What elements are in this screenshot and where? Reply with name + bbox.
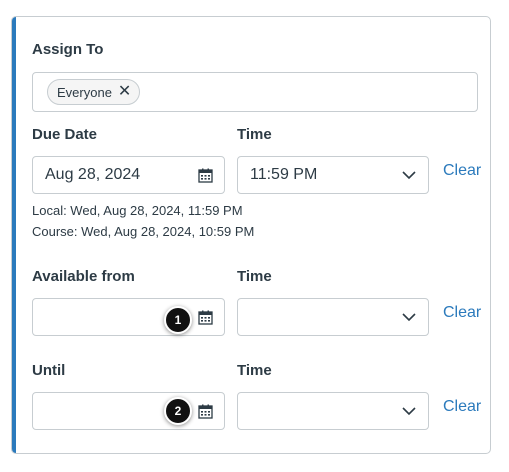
- assign-to-label: Assign To: [32, 41, 104, 58]
- available-clear-link[interactable]: Clear: [443, 304, 481, 322]
- chevron-down-icon: [402, 313, 416, 322]
- chevron-down-icon: [402, 171, 416, 180]
- chevron-down-icon: [402, 407, 416, 416]
- due-time-label: Time: [237, 126, 272, 143]
- due-date-value: Aug 28, 2024: [45, 166, 141, 183]
- local-time-text: Local: Wed, Aug 28, 2024, 11:59 PM: [32, 203, 243, 218]
- close-icon[interactable]: ✕: [118, 84, 131, 100]
- until-date-input[interactable]: [32, 392, 225, 430]
- calendar-icon[interactable]: [198, 168, 213, 183]
- assignment-card: Assign To Everyone ✕ Due Date Time Aug 2…: [11, 16, 491, 454]
- assign-to-input[interactable]: Everyone ✕: [32, 72, 478, 112]
- available-from-label: Available from: [32, 268, 135, 285]
- course-time-text: Course: Wed, Aug 28, 2024, 10:59 PM: [32, 224, 255, 239]
- chip-label: Everyone: [57, 84, 112, 100]
- everyone-chip[interactable]: Everyone ✕: [47, 79, 141, 105]
- available-time-label: Time: [237, 268, 272, 285]
- until-label: Until: [32, 362, 66, 379]
- due-time-value: 11:59 PM: [250, 166, 318, 183]
- accent-bar: [12, 17, 16, 453]
- calendar-icon[interactable]: [198, 310, 213, 325]
- until-time-select[interactable]: [237, 392, 429, 430]
- until-time-label: Time: [237, 362, 272, 379]
- calendar-icon[interactable]: [198, 404, 213, 419]
- step-callout-2: 2: [164, 397, 192, 425]
- available-time-select[interactable]: [237, 298, 429, 336]
- due-date-input[interactable]: Aug 28, 2024: [32, 156, 225, 194]
- due-time-select[interactable]: 11:59 PM: [237, 156, 429, 194]
- until-clear-link[interactable]: Clear: [443, 398, 481, 416]
- available-from-date-input[interactable]: [32, 298, 225, 336]
- due-date-label: Due Date: [32, 126, 98, 143]
- due-clear-link[interactable]: Clear: [443, 162, 481, 180]
- step-callout-1: 1: [164, 306, 192, 334]
